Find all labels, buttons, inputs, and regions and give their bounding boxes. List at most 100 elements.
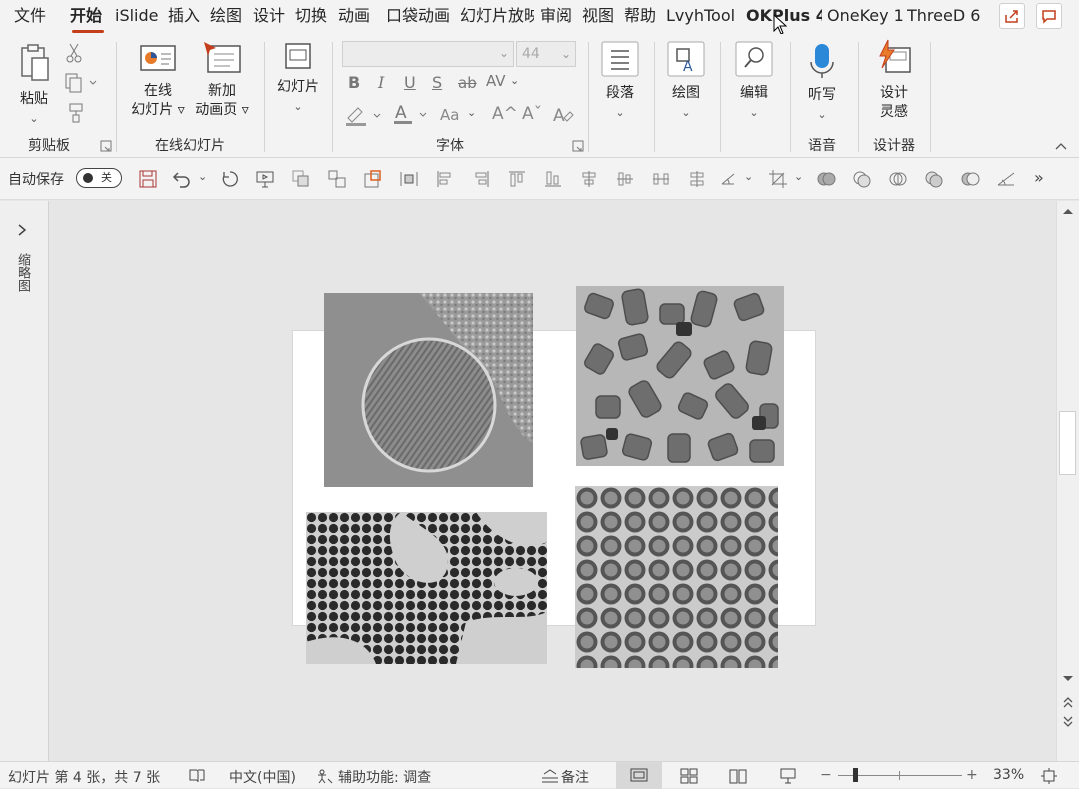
font-name-select[interactable]: ⌄ (342, 41, 514, 67)
tem-image-hollow-particles[interactable] (575, 486, 778, 668)
clear-formatting-icon[interactable]: A (552, 104, 574, 126)
shape-union-icon[interactable] (816, 169, 836, 189)
drawing-button[interactable]: A 绘图 ⌄ (662, 40, 710, 122)
comments-button[interactable] (1036, 3, 1062, 29)
normal-view-button[interactable] (616, 762, 662, 789)
reading-view-icon[interactable] (728, 767, 748, 785)
group-icon[interactable] (327, 169, 347, 189)
align-bottom-icon[interactable] (543, 169, 563, 189)
design-ideas-button[interactable]: 设计 灵感 (866, 38, 922, 122)
align-right-icon[interactable] (471, 169, 491, 189)
tab-transitions[interactable]: 切换 (295, 0, 331, 34)
tab-review[interactable]: 审阅 (540, 0, 576, 34)
edit-points-icon[interactable] (996, 169, 1016, 189)
share-button[interactable] (999, 3, 1025, 29)
zoom-in-button[interactable]: + (966, 767, 978, 783)
chevron-down-icon[interactable]: ⌄ (744, 170, 753, 183)
editing-button[interactable]: 编辑 ⌄ (730, 40, 778, 122)
paragraph-button[interactable]: 段落 ⌄ (596, 40, 644, 122)
tab-design[interactable]: 设计 (253, 0, 289, 34)
tab-draw[interactable]: 绘图 (210, 0, 246, 34)
slide-sorter-icon[interactable] (679, 767, 699, 785)
font-size-select[interactable]: 44 ⌄ (516, 41, 576, 67)
align-left-icon[interactable] (435, 169, 455, 189)
notes-icon[interactable] (540, 768, 560, 784)
format-painter-icon[interactable] (64, 102, 86, 124)
highlight-icon[interactable] (344, 104, 384, 126)
collapse-ribbon-icon[interactable] (1054, 140, 1068, 152)
tab-pocket-animation[interactable]: 口袋动画 (386, 0, 454, 34)
accessibility-status[interactable]: 辅助功能: 调查 (338, 767, 431, 787)
tab-file[interactable]: 文件 (14, 0, 50, 34)
expand-thumbnails-icon[interactable] (16, 223, 28, 237)
tab-onekey[interactable]: OneKey 1 (827, 0, 903, 34)
tem-image-nanoparticles[interactable] (306, 512, 547, 664)
tem-image-lattice-particle[interactable] (324, 293, 533, 487)
accessibility-icon[interactable] (315, 767, 333, 785)
chevron-down-icon[interactable]: ⌄ (198, 170, 207, 183)
undo-icon[interactable] (172, 169, 192, 189)
shape-combine-icon[interactable] (852, 169, 872, 189)
redo-icon[interactable] (220, 169, 240, 189)
scroll-thumb[interactable] (1059, 411, 1076, 475)
dialog-launcher-icon[interactable] (572, 140, 584, 152)
shape-intersect-icon[interactable] (924, 169, 944, 189)
tab-animations[interactable]: 动画 (338, 0, 374, 34)
save-icon[interactable] (138, 169, 158, 189)
notes-button[interactable]: 备注 (561, 767, 589, 787)
more-commands-icon[interactable]: » (1034, 168, 1044, 187)
align-middle-icon[interactable] (579, 169, 599, 189)
copy-icon[interactable] (64, 72, 100, 94)
chevron-down-icon[interactable]: ⌄ (794, 170, 803, 183)
dialog-launcher-icon[interactable] (100, 140, 112, 152)
change-case-button[interactable]: Aa (440, 106, 459, 124)
previous-slide-icon[interactable] (1061, 695, 1075, 709)
paste-button[interactable]: 粘贴 ⌄ (10, 42, 58, 128)
add-animation-page-button[interactable]: 新加 动画页 ▿ (190, 40, 254, 120)
shape-fragment-icon[interactable] (888, 169, 908, 189)
align-center-icon[interactable] (615, 169, 635, 189)
online-slides-button[interactable]: 在线 幻灯片 ▿ (126, 42, 190, 120)
shadow-button[interactable]: S (432, 73, 442, 92)
tab-threed[interactable]: ThreeD 6 (907, 0, 981, 34)
spell-check-icon[interactable] (188, 768, 206, 784)
font-color-icon[interactable]: A (392, 102, 432, 126)
autosave-toggle[interactable]: 关 (76, 168, 122, 188)
new-slide-button[interactable]: 幻灯片 ⌄ (270, 42, 326, 116)
scroll-up-icon[interactable] (1061, 205, 1075, 217)
slideshow-view-icon[interactable] (778, 766, 798, 786)
vertical-scrollbar[interactable] (1056, 201, 1079, 761)
tab-slideshow[interactable]: 幻灯片放映 (460, 0, 534, 34)
slideshow-icon[interactable] (255, 169, 275, 189)
shape-subtract-icon[interactable] (960, 169, 980, 189)
italic-button[interactable]: I (378, 73, 384, 92)
center-horizontal-icon[interactable] (687, 169, 707, 189)
zoom-slider-thumb[interactable] (853, 768, 858, 782)
tab-islide[interactable]: iSlide (115, 0, 163, 34)
zoom-level[interactable]: 33% (993, 767, 1024, 783)
scroll-down-icon[interactable] (1061, 673, 1075, 685)
align-top-icon[interactable] (507, 169, 527, 189)
tem-image-nanorods[interactable] (576, 286, 784, 466)
dictate-button[interactable]: 听写 ⌄ (798, 40, 846, 124)
next-slide-icon[interactable] (1061, 715, 1075, 729)
character-spacing-button[interactable]: AV (486, 72, 506, 90)
cut-icon[interactable] (64, 42, 84, 64)
shrink-font-button[interactable]: Aˇ (522, 104, 542, 124)
distribute-horizontal-icon[interactable] (399, 169, 419, 189)
bring-forward-icon[interactable] (291, 169, 311, 189)
strikethrough-button[interactable]: ab (458, 74, 477, 92)
crop-icon[interactable] (768, 169, 788, 189)
tab-insert[interactable]: 插入 (168, 0, 204, 34)
thumbnails-label[interactable]: 缩略图 (14, 253, 30, 292)
language-indicator[interactable]: 中文(中国) (229, 767, 296, 787)
grow-font-button[interactable]: A^ (492, 104, 518, 124)
bold-button[interactable]: B (348, 73, 360, 92)
tab-view[interactable]: 视图 (582, 0, 618, 34)
rotate-icon[interactable] (719, 169, 739, 189)
crop-shape-icon[interactable] (363, 169, 383, 189)
fit-to-window-icon[interactable] (1040, 767, 1058, 785)
slide-count[interactable]: 幻灯片 第 4 张，共 7 张 (8, 767, 160, 787)
tab-lvyhtool[interactable]: LvyhTool (666, 0, 742, 34)
underline-button[interactable]: U (404, 73, 416, 92)
